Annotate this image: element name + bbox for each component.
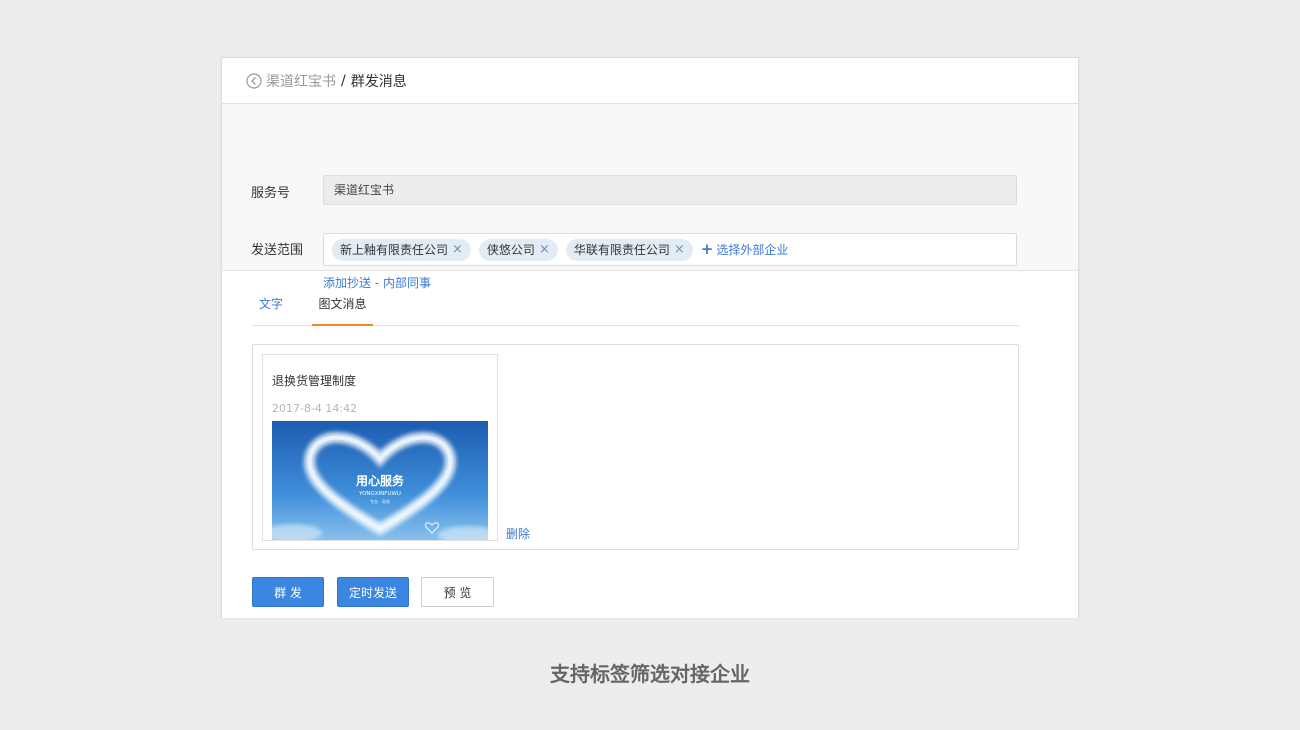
add-external-enterprise-button[interactable]: + 选择外部企业 [701,241,789,258]
preview-button[interactable]: 预 览 [421,577,494,607]
news-card-time: 2017-8-4 14:42 [272,402,358,415]
message-type-tabs: 文字 图文消息 [252,283,1019,326]
scope-tag: 新上釉有限责任公司 × [332,238,471,261]
service-field: 渠道红宝书 [323,175,1017,205]
broadcast-panel: 渠道红宝书 / 群发消息 服务号 渠道红宝书 发送范围 新上釉有限责任公司 × … [221,57,1079,618]
slide-caption: 支持标签筛选对接企业 [550,662,750,686]
remove-tag-icon[interactable]: × [674,243,685,256]
cover-image-title: 用心服务 [355,473,405,488]
breadcrumb-parent[interactable]: 渠道红宝书 [266,71,336,91]
broadcast-send-button[interactable]: 群 发 [252,577,324,607]
cover-image-tagline: 专业 · 高效 [370,498,390,504]
scope-tag: 侠悠公司 × [478,238,558,261]
news-card[interactable]: 退换货管理制度 2017-8-4 14:42 用心服务 YONGXINFUWU … [262,354,498,541]
scope-label: 发送范围 [251,243,304,258]
back-circle-icon[interactable] [246,72,262,89]
scope-tag-label: 侠悠公司 [486,243,535,257]
breadcrumb: 渠道红宝书 / 群发消息 [222,58,1078,104]
add-external-label: 选择外部企业 [716,243,789,257]
tab-text[interactable]: 文字 [252,283,290,326]
news-card-title: 退换货管理制度 [272,374,357,388]
service-label: 服务号 [251,186,291,201]
remove-tag-icon[interactable]: × [539,243,550,256]
send-form: 服务号 渠道红宝书 发送范围 新上釉有限责任公司 × 侠悠公司 × 华联有限责任… [222,104,1078,290]
scope-tag-label: 华联有限责任公司 [573,243,670,257]
scope-tag-input[interactable]: 新上釉有限责任公司 × 侠悠公司 × 华联有限责任公司 × + 选择外部企业 [323,233,1017,266]
delete-news-link[interactable]: 删除 [506,525,530,542]
schedule-send-button[interactable]: 定时发送 [337,577,409,607]
breadcrumb-separator: / [341,72,346,89]
news-content-area: 退换货管理制度 2017-8-4 14:42 用心服务 YONGXINFUWU … [252,344,1019,550]
news-cover-image: 用心服务 YONGXINFUWU 专业 · 高效 [272,421,488,540]
scope-tag: 华联有限责任公司 × [565,238,693,261]
cover-image-subtitle: YONGXINFUWU [358,491,401,497]
scope-tag-label: 新上釉有限责任公司 [340,243,449,257]
plus-icon: + [700,240,714,258]
remove-tag-icon[interactable]: × [452,243,463,256]
tab-news[interactable]: 图文消息 [312,283,373,326]
breadcrumb-current: 群发消息 [350,73,407,90]
